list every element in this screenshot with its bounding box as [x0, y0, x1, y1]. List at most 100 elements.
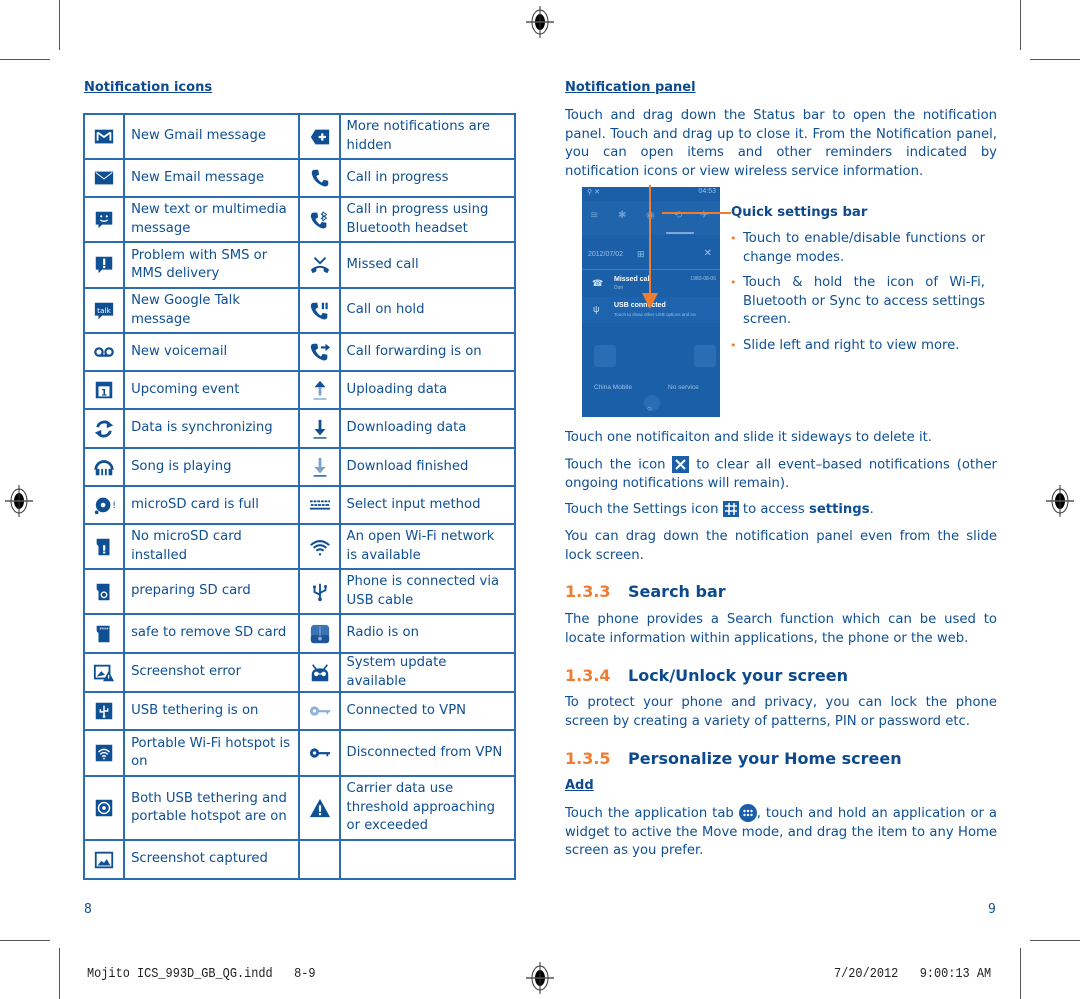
- registration-mark-icon: [1046, 485, 1074, 517]
- icon-cell: [298, 158, 341, 198]
- upload-icon: [313, 380, 326, 400]
- icon-description: [338, 839, 517, 880]
- crop-mark: [0, 59, 50, 60]
- table-row: USB tethering is on Connected to VPN: [82, 691, 517, 731]
- table-row: ! microSD card is full Select input method: [82, 485, 517, 525]
- icon-cell: [298, 113, 341, 160]
- quick-settings-heading: Quick settings bar: [731, 205, 868, 220]
- radio-icon: [310, 624, 329, 643]
- registration-mark-icon: [5, 485, 33, 517]
- crop-mark: [1020, 948, 1021, 999]
- registration-mark-icon: [526, 6, 554, 38]
- icon-description: Problem with SMS or MMS delivery: [123, 241, 301, 289]
- app-tab-icon: [738, 804, 757, 822]
- icon-description: Portable Wi-Fi hotspot is on: [123, 729, 301, 777]
- slug-filename: Mojito ICS_993D_GB_QG.indd 8-9: [87, 966, 316, 982]
- icon-cell: [298, 447, 341, 487]
- icon-cell: [298, 568, 341, 615]
- table-row: Screenshot error System update available: [82, 652, 517, 693]
- slug-datetime: 7/20/2012 9:00:13 AM: [834, 966, 992, 982]
- calendar-icon: 1: [95, 381, 113, 399]
- crop-mark: [1030, 59, 1080, 60]
- call-forward-icon: [310, 343, 330, 361]
- icon-cell: [298, 613, 341, 654]
- settings-text: Touch the Settings icon to access settin…: [565, 501, 997, 520]
- icon-description: Screenshot captured: [123, 839, 301, 880]
- sd-preparing-icon: [96, 583, 110, 600]
- lock-unlock-text: To protect your phone and privacy, you c…: [565, 695, 997, 729]
- handle-icon: ○: [647, 404, 652, 413]
- page-number-left: 8: [84, 902, 92, 917]
- icon-cell: talk: [82, 287, 126, 334]
- icon-description: Carrier data use threshold approaching o…: [338, 775, 517, 841]
- icon-cell: [82, 691, 126, 731]
- voicemail-icon: [94, 347, 114, 357]
- carrier-text: China Mobile: [594, 384, 632, 391]
- icon-description: safe to remove SD card: [123, 613, 301, 654]
- text-span: to access: [742, 502, 805, 517]
- screenshot-captured-icon: [94, 851, 114, 868]
- add-text: Touch the application tab , touch and ho…: [565, 804, 997, 861]
- settings-icon: [722, 501, 739, 517]
- icon-description: Downloading data: [338, 408, 517, 449]
- text-message-icon: [95, 211, 113, 228]
- registration-mark-icon: [526, 962, 554, 994]
- page-number-right: 9: [988, 902, 996, 917]
- search-bar-text: The phone provides a Search function whi…: [565, 612, 997, 646]
- table-row: talk New Google Talk message Call on hold: [82, 287, 517, 334]
- gmail-icon: [94, 129, 114, 143]
- icon-description: Screenshot error: [123, 652, 301, 693]
- icon-description: Data is synchronizing: [123, 408, 301, 449]
- icon-cell: [298, 729, 341, 777]
- crop-mark: [59, 0, 60, 50]
- settings-bold: settings: [808, 502, 870, 517]
- table-row: Screenshot captured: [82, 839, 517, 880]
- section-number: 1.3.5: [565, 749, 611, 768]
- icon-description: Connected to VPN: [338, 691, 517, 731]
- text-span: Touch the application tab: [565, 806, 734, 821]
- hotspot-icon: [95, 744, 113, 762]
- icon-cell: !: [82, 485, 126, 525]
- icon-cell: [298, 408, 341, 449]
- icon-description: System update available: [338, 652, 517, 693]
- table-row: New voicemail Call forwarding is on: [82, 332, 517, 372]
- icon-description: Call in progress: [338, 158, 517, 198]
- text-span: Touch the Settings icon: [565, 502, 719, 517]
- system-update-icon: [311, 663, 328, 681]
- icon-description: No microSD card installed: [123, 523, 301, 570]
- table-row: Song is playing Download finished: [82, 447, 517, 487]
- clear-all-icon: [672, 456, 690, 473]
- delete-notification-text: Touch one notificaiton and slide it side…: [565, 430, 932, 445]
- icon-description: Phone is connected via USB cable: [338, 568, 517, 615]
- icon-description: New voicemail: [123, 332, 301, 372]
- bullet-item: Slide left and right to view more.: [730, 337, 985, 356]
- icon-description: Disconnected from VPN: [338, 729, 517, 777]
- svg-text:1: 1: [101, 388, 107, 399]
- notification-icons-heading: Notification icons: [84, 80, 213, 95]
- icon-cell: [82, 408, 126, 449]
- table-row: 1 Upcoming event Uploading data: [82, 370, 517, 410]
- icon-description: Call in progress using Bluetooth headset: [338, 196, 517, 243]
- sd-full-icon: !: [94, 497, 115, 515]
- section-135-heading: 1.3.5 Personalize your Home screen: [565, 749, 902, 768]
- section-title: Personalize your Home screen: [628, 749, 902, 768]
- icon-cell: [82, 652, 126, 693]
- icon-cell: [82, 729, 126, 777]
- notification-icons-table: New Gmail message More notifications are …: [82, 113, 517, 880]
- icon-description: Call on hold: [338, 287, 517, 334]
- icon-description: Uploading data: [338, 370, 517, 410]
- section-title: Search bar: [628, 582, 726, 601]
- icon-cell: [82, 332, 126, 372]
- crop-mark: [1030, 940, 1080, 941]
- icon-cell: [298, 196, 341, 243]
- carrier-text: No service: [668, 384, 699, 391]
- email-icon: [94, 171, 114, 185]
- missed-call-icon: [310, 257, 329, 274]
- call-hold-icon: [310, 302, 328, 319]
- icon-cell: [298, 370, 341, 410]
- vpn-disconnected-icon: [309, 748, 330, 758]
- icon-description: Missed call: [338, 241, 517, 289]
- icon-description: USB tethering is on: [123, 691, 301, 731]
- icon-cell: [82, 775, 126, 841]
- bullet-item: Touch to enable/disable functions or cha…: [730, 230, 985, 267]
